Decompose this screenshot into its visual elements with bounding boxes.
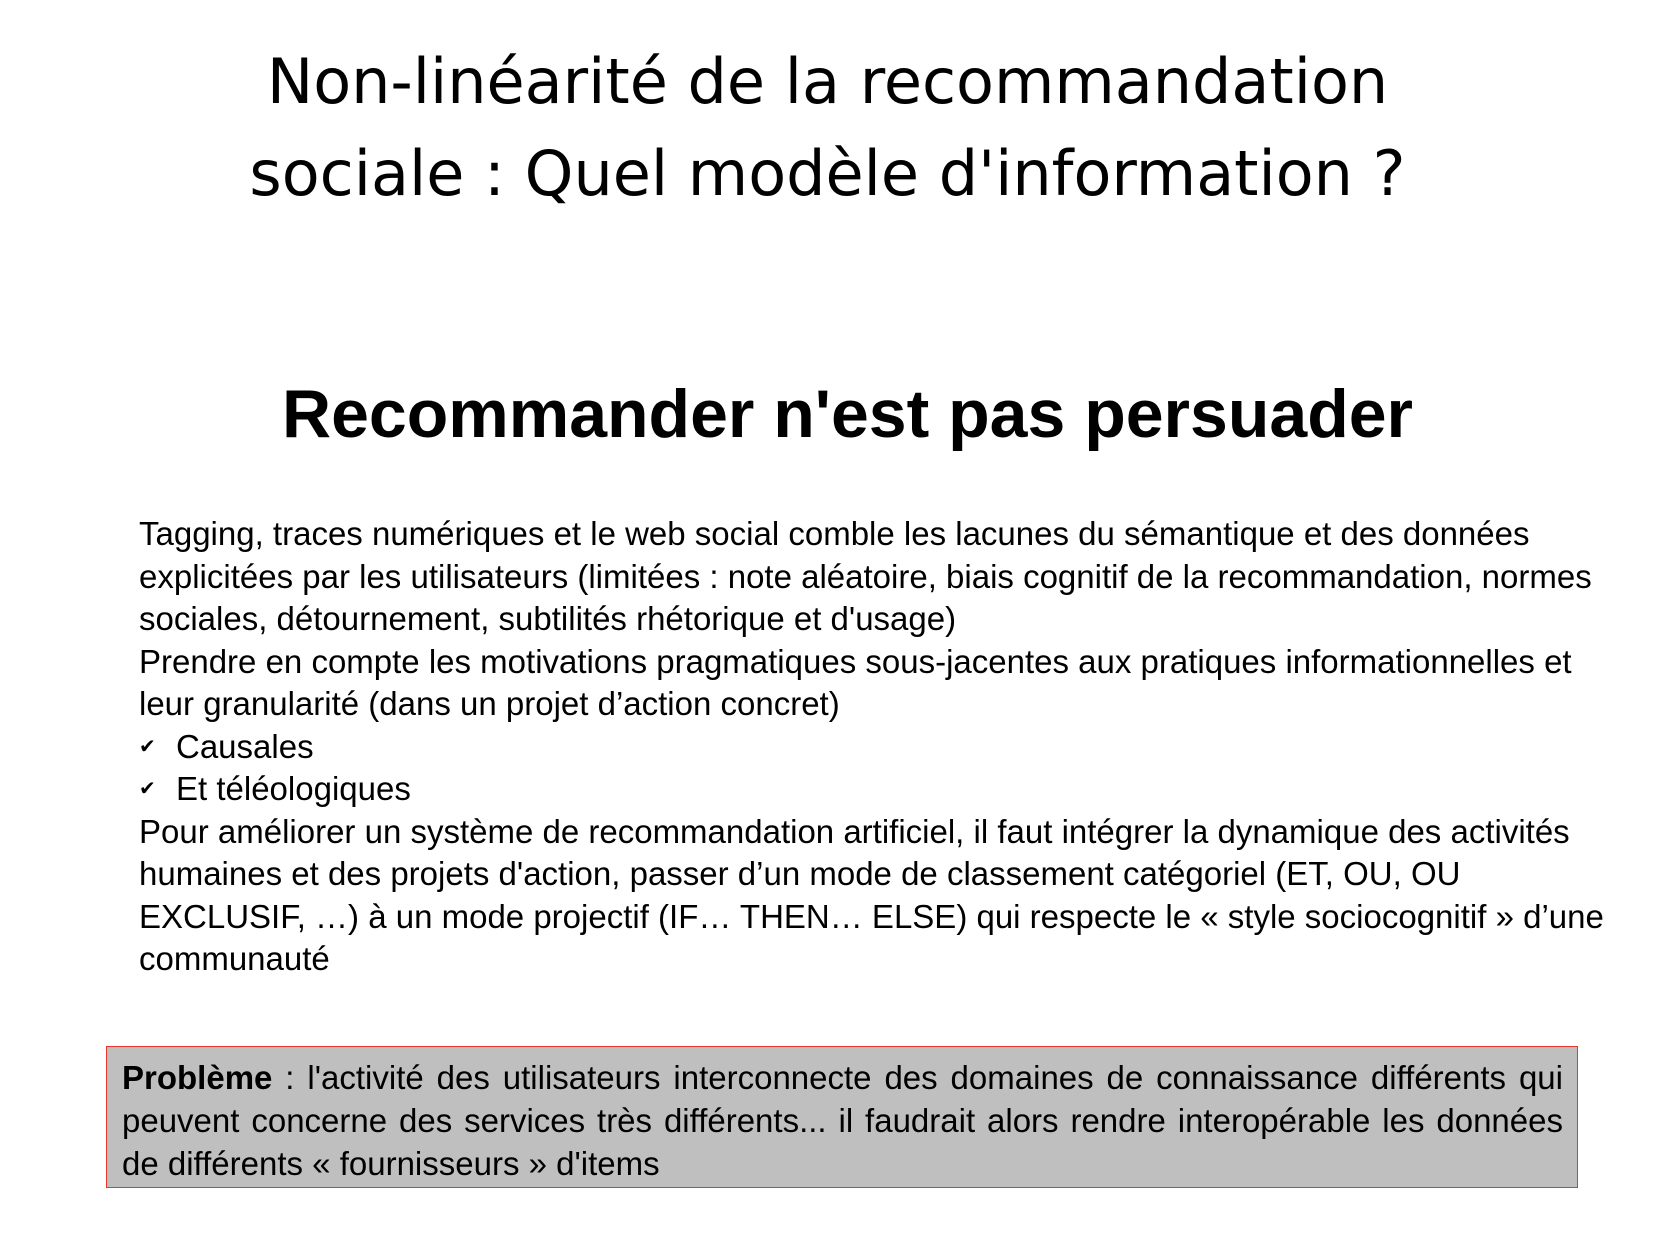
slide-title-line-1: Non-linéarité de la recommandation	[266, 45, 1389, 118]
list-item: ✔ Et téléologiques	[139, 768, 1619, 811]
list-item-text: Causales	[176, 727, 314, 765]
slide-title-line-2: sociale : Quel modèle d'information ?	[249, 137, 1406, 210]
problem-callout-box: Problème : l'activité des utilisateurs i…	[106, 1046, 1578, 1188]
body-paragraph-3: Pour améliorer un système de recommandat…	[139, 812, 1604, 978]
body-paragraph-2: Prendre en compte les motivations pragma…	[139, 642, 1572, 723]
bullet-list: ✔ Causales ✔ Et téléologiques	[139, 726, 1619, 811]
slide-title: Non-linéarité de la recommandation socia…	[0, 36, 1655, 220]
list-item: ✔ Causales	[139, 726, 1619, 769]
problem-text: : l'activité des utilisateurs interconne…	[122, 1059, 1563, 1182]
slide-body: Tagging, traces numériques et le web soc…	[139, 513, 1619, 981]
check-icon: ✔	[139, 778, 156, 800]
body-paragraph-1: Tagging, traces numériques et le web soc…	[139, 515, 1592, 637]
slide-subtitle: Recommander n'est pas persuader	[281, 376, 1414, 452]
list-item-text: Et téléologiques	[176, 770, 411, 807]
check-icon: ✔	[139, 735, 156, 758]
problem-label: Problème	[122, 1059, 273, 1096]
